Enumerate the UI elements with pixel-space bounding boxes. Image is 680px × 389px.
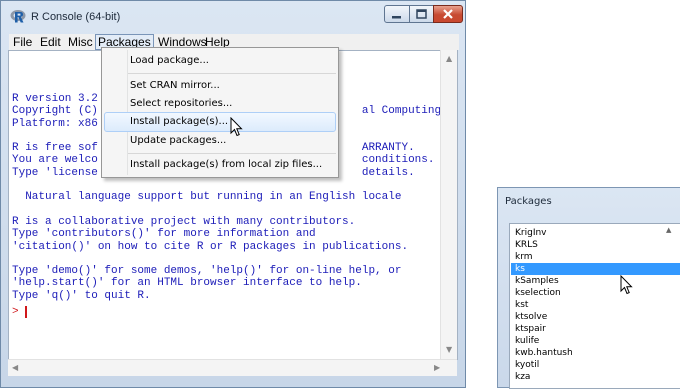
list-item[interactable]: ktsolve (513, 311, 677, 323)
menu-separator (128, 153, 336, 154)
list-item[interactable]: kza (513, 371, 677, 383)
text-cursor (25, 306, 27, 318)
scroll-left-icon[interactable]: ◀ (12, 364, 18, 372)
packages-listbox[interactable]: ▲ KrigInv KRLS krm ks kSamples kselectio… (509, 223, 680, 389)
packages-dropdown-menu: Load package... Set CRAN mirror... Selec… (101, 47, 339, 178)
maximize-icon (416, 9, 427, 19)
list-item[interactable]: kselection (513, 287, 677, 299)
menu-misc[interactable]: Misc (68, 35, 93, 50)
vertical-scrollbar[interactable]: ▲ ▼ (440, 50, 457, 360)
list-item[interactable]: kwb.hantush (513, 347, 677, 359)
scroll-down-icon[interactable]: ▼ (446, 346, 452, 354)
menu-item-install-packages[interactable]: Install package(s)... (104, 112, 336, 132)
r-logo-icon (10, 10, 26, 23)
menu-item-update-packages[interactable]: Update packages... (104, 131, 336, 151)
list-item[interactable]: KRLS (513, 239, 677, 251)
minimize-icon (392, 16, 401, 19)
list-item[interactable]: kulife (513, 335, 677, 347)
minimize-button[interactable] (384, 5, 410, 23)
menu-file[interactable]: File (13, 35, 32, 50)
list-item[interactable]: kSamples (513, 275, 677, 287)
list-item[interactable]: ktspair (513, 323, 677, 335)
window-title: R Console (64-bit) (31, 11, 121, 23)
menu-item-load-package[interactable]: Load package... (104, 51, 336, 71)
scroll-up-icon[interactable]: ▲ (446, 55, 452, 63)
packages-dialog: Packages ▲ KrigInv KRLS krm ks kSamples … (497, 187, 680, 389)
menu-item-select-repositories[interactable]: Select repositories... (104, 94, 336, 114)
close-icon (443, 9, 453, 19)
menu-edit[interactable]: Edit (40, 35, 61, 50)
list-item[interactable]: kst (513, 299, 677, 311)
console-prompt: > (12, 306, 19, 318)
list-item-selected[interactable]: ks (511, 263, 680, 275)
mouse-pointer-icon (620, 275, 633, 295)
mouse-pointer-icon (230, 117, 243, 137)
horizontal-scrollbar[interactable]: ◀ ▶ (8, 359, 457, 376)
menu-item-install-from-zip[interactable]: Install package(s) from local zip files.… (104, 155, 336, 175)
close-button[interactable] (433, 5, 463, 23)
list-item[interactable]: krm (513, 251, 677, 263)
list-item[interactable]: kyotil (513, 359, 677, 371)
list-item[interactable]: KrigInv (513, 227, 677, 239)
dialog-title: Packages (505, 196, 552, 207)
menu-separator (128, 73, 336, 74)
title-bar[interactable]: R Console (64-bit) (1, 1, 465, 31)
menu-item-set-cran-mirror[interactable]: Set CRAN mirror... (104, 76, 336, 96)
scroll-right-icon[interactable]: ▶ (434, 364, 440, 372)
maximize-button[interactable] (409, 5, 434, 23)
